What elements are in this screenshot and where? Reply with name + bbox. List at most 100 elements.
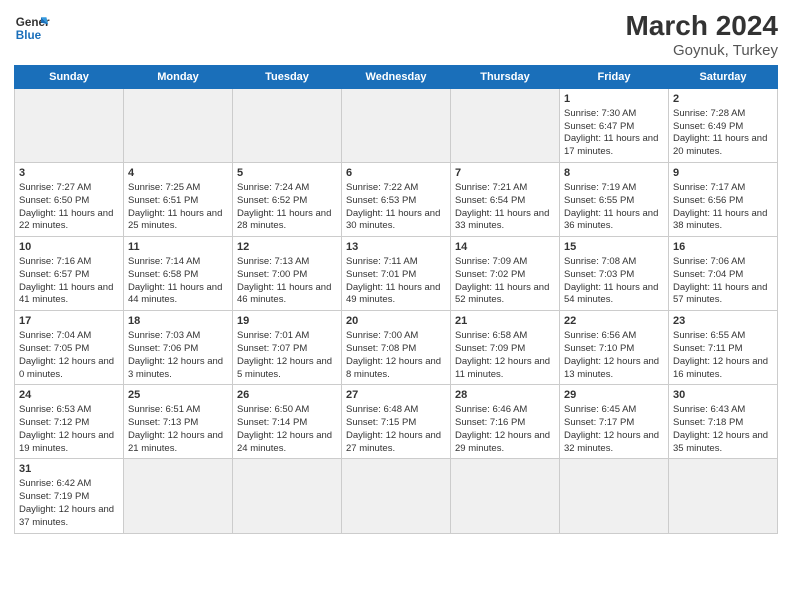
table-row: 21Sunrise: 6:58 AM Sunset: 7:09 PM Dayli…: [451, 311, 560, 385]
day-info: Sunrise: 6:51 AM Sunset: 7:13 PM Dayligh…: [128, 404, 223, 453]
day-info: Sunrise: 6:43 AM Sunset: 7:18 PM Dayligh…: [673, 404, 768, 453]
day-number: 31: [19, 462, 119, 477]
table-row: 27Sunrise: 6:48 AM Sunset: 7:15 PM Dayli…: [342, 385, 451, 459]
table-row: [342, 89, 451, 163]
table-row: 20Sunrise: 7:00 AM Sunset: 7:08 PM Dayli…: [342, 311, 451, 385]
table-row: 28Sunrise: 6:46 AM Sunset: 7:16 PM Dayli…: [451, 385, 560, 459]
table-row: [124, 89, 233, 163]
day-number: 10: [19, 240, 119, 255]
table-row: 9Sunrise: 7:17 AM Sunset: 6:56 PM Daylig…: [669, 163, 778, 237]
calendar-header-row: Sunday Monday Tuesday Wednesday Thursday…: [15, 66, 778, 89]
day-info: Sunrise: 7:11 AM Sunset: 7:01 PM Dayligh…: [346, 256, 440, 305]
logo-icon: General Blue: [14, 10, 50, 46]
title-block: March 2024 Goynuk, Turkey: [625, 10, 778, 59]
day-number: 12: [237, 240, 337, 255]
day-number: 5: [237, 166, 337, 181]
table-row: 18Sunrise: 7:03 AM Sunset: 7:06 PM Dayli…: [124, 311, 233, 385]
day-number: 2: [673, 92, 773, 107]
day-info: Sunrise: 7:01 AM Sunset: 7:07 PM Dayligh…: [237, 330, 332, 379]
location-title: Goynuk, Turkey: [625, 42, 778, 59]
table-row: [124, 459, 233, 533]
table-row: 14Sunrise: 7:09 AM Sunset: 7:02 PM Dayli…: [451, 237, 560, 311]
table-row: 3Sunrise: 7:27 AM Sunset: 6:50 PM Daylig…: [15, 163, 124, 237]
day-info: Sunrise: 6:48 AM Sunset: 7:15 PM Dayligh…: [346, 404, 441, 453]
day-number: 18: [128, 314, 228, 329]
day-info: Sunrise: 7:21 AM Sunset: 6:54 PM Dayligh…: [455, 182, 549, 231]
day-number: 30: [673, 388, 773, 403]
day-number: 25: [128, 388, 228, 403]
day-number: 20: [346, 314, 446, 329]
day-number: 29: [564, 388, 664, 403]
col-monday: Monday: [124, 66, 233, 89]
day-info: Sunrise: 6:58 AM Sunset: 7:09 PM Dayligh…: [455, 330, 550, 379]
day-number: 1: [564, 92, 664, 107]
day-number: 3: [19, 166, 119, 181]
day-number: 6: [346, 166, 446, 181]
table-row: [342, 459, 451, 533]
table-row: 10Sunrise: 7:16 AM Sunset: 6:57 PM Dayli…: [15, 237, 124, 311]
day-number: 8: [564, 166, 664, 181]
day-info: Sunrise: 7:17 AM Sunset: 6:56 PM Dayligh…: [673, 182, 767, 231]
table-row: 22Sunrise: 6:56 AM Sunset: 7:10 PM Dayli…: [560, 311, 669, 385]
table-row: 15Sunrise: 7:08 AM Sunset: 7:03 PM Dayli…: [560, 237, 669, 311]
table-row: 2Sunrise: 7:28 AM Sunset: 6:49 PM Daylig…: [669, 89, 778, 163]
day-info: Sunrise: 7:19 AM Sunset: 6:55 PM Dayligh…: [564, 182, 658, 231]
svg-text:Blue: Blue: [16, 29, 42, 42]
table-row: [560, 459, 669, 533]
day-number: 7: [455, 166, 555, 181]
table-row: 23Sunrise: 6:55 AM Sunset: 7:11 PM Dayli…: [669, 311, 778, 385]
month-year-title: March 2024: [625, 10, 778, 42]
day-info: Sunrise: 7:24 AM Sunset: 6:52 PM Dayligh…: [237, 182, 331, 231]
day-info: Sunrise: 6:55 AM Sunset: 7:11 PM Dayligh…: [673, 330, 768, 379]
table-row: 25Sunrise: 6:51 AM Sunset: 7:13 PM Dayli…: [124, 385, 233, 459]
col-wednesday: Wednesday: [342, 66, 451, 89]
table-row: 17Sunrise: 7:04 AM Sunset: 7:05 PM Dayli…: [15, 311, 124, 385]
day-info: Sunrise: 7:09 AM Sunset: 7:02 PM Dayligh…: [455, 256, 549, 305]
header: General Blue March 2024 Goynuk, Turkey: [14, 10, 778, 59]
page-container: General Blue March 2024 Goynuk, Turkey S…: [0, 0, 792, 540]
day-number: 27: [346, 388, 446, 403]
day-info: Sunrise: 7:25 AM Sunset: 6:51 PM Dayligh…: [128, 182, 222, 231]
day-info: Sunrise: 6:50 AM Sunset: 7:14 PM Dayligh…: [237, 404, 332, 453]
table-row: 7Sunrise: 7:21 AM Sunset: 6:54 PM Daylig…: [451, 163, 560, 237]
day-number: 24: [19, 388, 119, 403]
day-number: 9: [673, 166, 773, 181]
table-row: 30Sunrise: 6:43 AM Sunset: 7:18 PM Dayli…: [669, 385, 778, 459]
table-row: 13Sunrise: 7:11 AM Sunset: 7:01 PM Dayli…: [342, 237, 451, 311]
table-row: [451, 459, 560, 533]
day-number: 11: [128, 240, 228, 255]
day-number: 13: [346, 240, 446, 255]
table-row: 31Sunrise: 6:42 AM Sunset: 7:19 PM Dayli…: [15, 459, 124, 533]
day-info: Sunrise: 7:13 AM Sunset: 7:00 PM Dayligh…: [237, 256, 331, 305]
day-number: 23: [673, 314, 773, 329]
table-row: [451, 89, 560, 163]
day-number: 14: [455, 240, 555, 255]
day-number: 22: [564, 314, 664, 329]
day-info: Sunrise: 6:42 AM Sunset: 7:19 PM Dayligh…: [19, 478, 114, 527]
table-row: 11Sunrise: 7:14 AM Sunset: 6:58 PM Dayli…: [124, 237, 233, 311]
day-number: 16: [673, 240, 773, 255]
table-row: 29Sunrise: 6:45 AM Sunset: 7:17 PM Dayli…: [560, 385, 669, 459]
col-thursday: Thursday: [451, 66, 560, 89]
day-info: Sunrise: 6:53 AM Sunset: 7:12 PM Dayligh…: [19, 404, 114, 453]
table-row: 6Sunrise: 7:22 AM Sunset: 6:53 PM Daylig…: [342, 163, 451, 237]
day-info: Sunrise: 7:16 AM Sunset: 6:57 PM Dayligh…: [19, 256, 113, 305]
day-info: Sunrise: 7:06 AM Sunset: 7:04 PM Dayligh…: [673, 256, 767, 305]
day-info: Sunrise: 6:46 AM Sunset: 7:16 PM Dayligh…: [455, 404, 550, 453]
day-number: 4: [128, 166, 228, 181]
table-row: 5Sunrise: 7:24 AM Sunset: 6:52 PM Daylig…: [233, 163, 342, 237]
table-row: [233, 89, 342, 163]
day-info: Sunrise: 7:00 AM Sunset: 7:08 PM Dayligh…: [346, 330, 441, 379]
table-row: 8Sunrise: 7:19 AM Sunset: 6:55 PM Daylig…: [560, 163, 669, 237]
table-row: 1Sunrise: 7:30 AM Sunset: 6:47 PM Daylig…: [560, 89, 669, 163]
day-info: Sunrise: 6:56 AM Sunset: 7:10 PM Dayligh…: [564, 330, 659, 379]
col-sunday: Sunday: [15, 66, 124, 89]
table-row: 24Sunrise: 6:53 AM Sunset: 7:12 PM Dayli…: [15, 385, 124, 459]
table-row: [669, 459, 778, 533]
table-row: 19Sunrise: 7:01 AM Sunset: 7:07 PM Dayli…: [233, 311, 342, 385]
day-info: Sunrise: 7:14 AM Sunset: 6:58 PM Dayligh…: [128, 256, 222, 305]
day-number: 28: [455, 388, 555, 403]
day-number: 26: [237, 388, 337, 403]
table-row: 16Sunrise: 7:06 AM Sunset: 7:04 PM Dayli…: [669, 237, 778, 311]
day-info: Sunrise: 7:03 AM Sunset: 7:06 PM Dayligh…: [128, 330, 223, 379]
